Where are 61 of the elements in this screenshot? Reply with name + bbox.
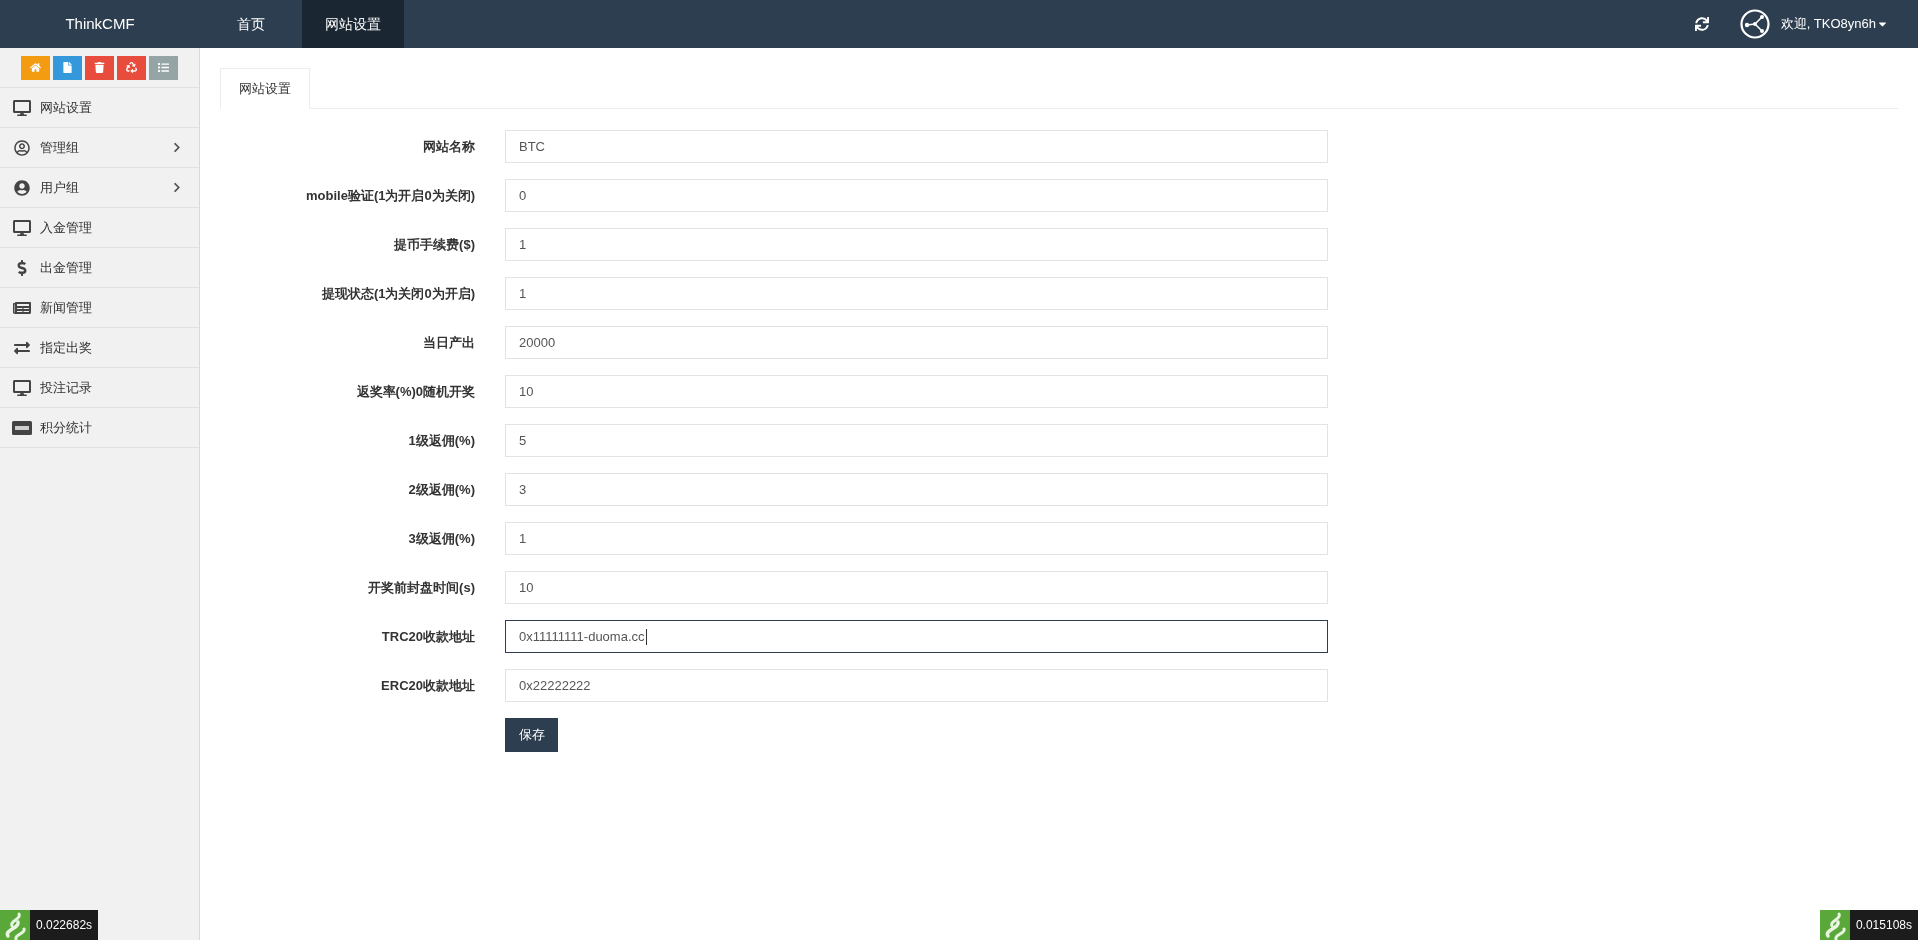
shortcut-button[interactable] <box>117 55 146 80</box>
monitor-icon <box>13 379 31 396</box>
user-menu[interactable]: 欢迎, TKO8yn6h <box>1780 14 1887 34</box>
network-nodes-icon[interactable] <box>1739 9 1770 39</box>
sidebar-item[interactable]: 投注记录 <box>0 368 199 408</box>
sidebar-item[interactable]: 网站设置 <box>0 88 199 128</box>
field-label: 提现状态(1为关闭0为开启) <box>321 284 475 303</box>
timing-label: 0.022682s <box>30 910 99 940</box>
flame-logo-icon[interactable] <box>0 910 30 940</box>
field-label: 开奖前封盘时间(s) <box>368 578 475 597</box>
exchange-arrows-icon <box>13 339 31 356</box>
file-icon <box>62 62 73 73</box>
text-field[interactable]: 5 <box>505 424 1328 457</box>
text-field[interactable]: 1 <box>505 228 1328 261</box>
sidebar-item[interactable]: 出金管理 <box>0 248 199 288</box>
field-label: 返奖率(%)0随机开奖 <box>356 382 475 401</box>
refresh-icon[interactable] <box>1694 17 1709 31</box>
field-label: ERC20收款地址 <box>381 676 475 695</box>
text-field[interactable]: 10 <box>505 375 1328 408</box>
list-icon <box>158 62 169 73</box>
text-field[interactable]: 0 <box>505 179 1328 212</box>
nav-tab[interactable]: 首页 <box>200 0 302 48</box>
home-icon <box>30 62 41 73</box>
text-field[interactable]: BTC <box>505 130 1328 163</box>
shortcut-button[interactable] <box>21 55 50 80</box>
text-field[interactable]: 0x22222222 <box>505 669 1328 702</box>
field-label: 网站名称 <box>423 137 475 156</box>
text-field[interactable]: 1 <box>505 277 1328 310</box>
text-field[interactable]: 20000 <box>505 326 1328 359</box>
monitor-icon <box>13 99 31 116</box>
shortcut-button[interactable] <box>149 55 178 80</box>
nav-tab[interactable]: 网站设置 <box>302 0 404 48</box>
newspaper-icon <box>13 299 31 316</box>
field-label: TRC20收款地址 <box>381 627 475 646</box>
sidebar-item[interactable]: 积分统计 <box>0 408 199 448</box>
shortcut-button[interactable] <box>85 55 114 80</box>
brand-name[interactable]: ThinkCMF <box>65 12 135 36</box>
text-field[interactable]: 10 <box>505 571 1328 604</box>
trash-icon <box>94 62 105 73</box>
field-label: 1级返佣(%) <box>408 431 475 450</box>
sidebar-item[interactable]: 新闻管理 <box>0 288 199 328</box>
field-label: 提币手续费($) <box>394 235 475 254</box>
sidebar-item[interactable]: 入金管理 <box>0 208 199 248</box>
tab[interactable]: 网站设置 <box>220 68 310 109</box>
text-field[interactable]: 1 <box>505 522 1328 555</box>
card-icon <box>12 420 32 435</box>
field-label: 当日产出 <box>423 333 475 352</box>
timing-label: 0.015108s <box>1849 910 1918 940</box>
sidebar-item[interactable]: 管理组 <box>0 128 199 168</box>
shortcut-button[interactable] <box>53 55 82 80</box>
monitor-icon <box>13 219 31 236</box>
field-label: mobile验证(1为开启0为关闭) <box>306 186 475 205</box>
text-field[interactable]: 0x11111111-duoma.cc <box>505 620 1328 653</box>
sidebar-item[interactable]: 用户组 <box>0 168 199 208</box>
field-label: 3级返佣(%) <box>408 529 475 548</box>
field-label: 2级返佣(%) <box>408 480 475 499</box>
text-field[interactable]: 3 <box>505 473 1328 506</box>
save-button[interactable]: 保存 <box>505 718 558 752</box>
sidebar-item[interactable]: 指定出奖 <box>0 328 199 368</box>
flame-logo-icon[interactable] <box>1819 910 1850 940</box>
recycle-icon <box>126 62 137 73</box>
